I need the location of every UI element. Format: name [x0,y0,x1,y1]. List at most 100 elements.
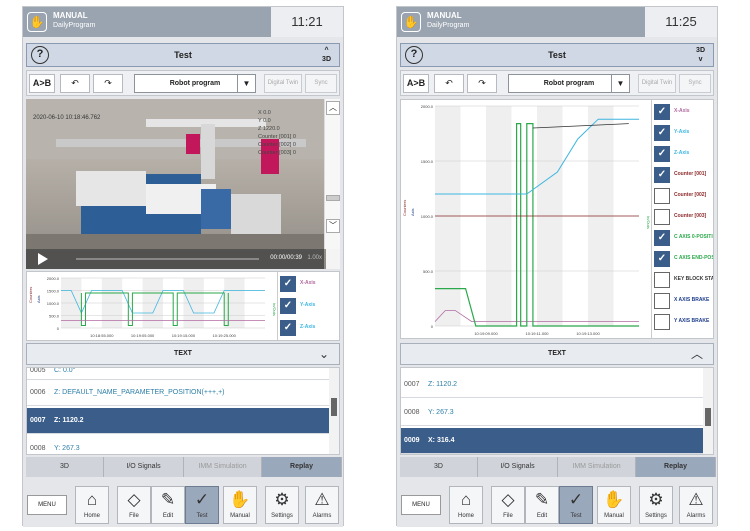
checkbox-checked-icon[interactable]: ✓ [280,320,296,336]
legend-item[interactable]: ✓ Counter [001] [652,165,713,185]
redo-icon[interactable]: ↷ [467,74,497,93]
legend-item[interactable]: ✓ Z-Axis [652,144,713,164]
checkbox-checked-icon[interactable]: ✓ [654,146,670,162]
code-row[interactable]: 0008 Y: 267.3 [27,436,329,454]
text-section-header[interactable]: TEXT ︿ [400,343,714,365]
code-row[interactable]: 0005 C: 0.0° [27,368,329,380]
legend-y-axis[interactable]: ✓ Y-Axis [278,296,339,316]
checkbox-checked-icon[interactable]: ✓ [654,125,670,141]
settings-button[interactable]: ⚙ Settings [639,486,673,524]
file-button[interactable]: ◇ File [491,486,525,524]
view-toggle-button[interactable]: 3D v [696,46,705,64]
manual-button[interactable]: ✋ Manual [597,486,631,524]
legend-item[interactable]: KEY BLOCK STAT [652,270,713,290]
program-select[interactable]: Robot program ▼ [508,74,630,93]
tab-replay[interactable]: Replay [262,457,342,477]
view-scrollbar[interactable]: ︿ ﹀ [324,99,340,249]
edit-button[interactable]: ✎ Edit [151,486,185,524]
legend-item[interactable]: ✓ C AXIS END-POSITION [652,249,713,269]
legend-item[interactable]: ✓ C AXIS 0-POSITION [652,228,713,248]
tab-replay[interactable]: Replay [636,457,716,477]
ab-compare-button[interactable]: A>B [403,74,429,93]
tab-io-signals[interactable]: I/O Signals [478,457,558,477]
legend-item[interactable]: ✓ X-Axis [652,102,713,122]
test-button[interactable]: ✓ Test [185,486,219,524]
code-row[interactable]: 0006 Z: DEFAULT_NAME_PARAMETER_POSITION(+… [27,380,329,406]
code-row-selected[interactable]: 0007 Z: 1120.2 [27,408,329,434]
tab-imm-simulation[interactable]: IMM Simulation [558,457,636,477]
program-select[interactable]: Robot program ▼ [134,74,256,93]
program-code-list[interactable]: 0007 Z: 1120.2 0008 Y: 267.3 0009 X: 316.4 [400,367,714,455]
legend-item[interactable]: Counter [002] [652,186,713,206]
checkbox-unchecked-icon[interactable] [654,293,670,309]
chevron-down-icon[interactable]: ⌄ [319,344,329,364]
scroll-thumb[interactable] [705,408,711,426]
ab-compare-button[interactable]: A>B [29,74,55,93]
digital-twin-button[interactable]: Digital Twin [264,74,302,93]
undo-icon[interactable]: ↶ [434,74,464,93]
y-tick-label: 0 [431,324,434,329]
play-icon[interactable] [38,253,48,265]
checkbox-unchecked-icon[interactable] [654,314,670,330]
chevron-up-icon[interactable]: ︿ [691,344,703,364]
legend-item[interactable]: Counter [003] [652,207,713,227]
legend-item[interactable]: X AXIS BRAKE [652,291,713,311]
bottom-nav: MENU ⌂ Home ◇ File ✎ Edit ✓ Test ✋ Manual ⚙ Se… [397,482,717,527]
code-scrollbar[interactable] [329,368,339,454]
edit-label: Edit [162,513,174,519]
line-number: 0009 [404,437,420,444]
signal-chart[interactable]: 2000.0 1500.0 1000.0 500.0 0 10:19:09.000 10:1… [400,99,714,339]
edit-button[interactable]: ✎ Edit [525,486,559,524]
mode-indicator[interactable]: ✋ MANUAL DailyProgram [397,7,647,37]
view-toggle-button[interactable]: ^ 3D [322,46,331,64]
checkbox-checked-icon[interactable]: ✓ [654,104,670,120]
home-button[interactable]: ⌂ Home [75,486,109,524]
program-code-list[interactable]: 0005 C: 0.0° 0006 Z: DEFAULT_NAME_PARAMETE… [26,367,340,455]
sync-button[interactable]: Sync [305,74,337,93]
scroll-thumb[interactable] [326,195,340,201]
sync-button[interactable]: Sync [679,74,711,93]
file-button[interactable]: ◇ File [117,486,151,524]
legend-z-axis[interactable]: ✓ Z-Axis [278,318,339,338]
scroll-thumb[interactable] [331,398,337,416]
tab-3d[interactable]: 3D [400,457,478,477]
tab-io-signals[interactable]: I/O Signals [104,457,184,477]
video-progress[interactable] [76,258,259,260]
checkbox-checked-icon[interactable]: ✓ [654,230,670,246]
checkbox-unchecked-icon[interactable] [654,272,670,288]
code-row-selected[interactable]: 0009 X: 316.4 [401,428,703,454]
home-button[interactable]: ⌂ Home [449,486,483,524]
redo-icon[interactable]: ↷ [93,74,123,93]
legend-item[interactable]: Y AXIS BRAKE [652,312,713,332]
test-button[interactable]: ✓ Test [559,486,593,524]
code-scrollbar[interactable] [703,368,713,454]
tab-imm-simulation[interactable]: IMM Simulation [184,457,262,477]
legend-item[interactable]: ✓ Y-Axis [652,123,713,143]
chevron-up-icon[interactable]: ︿ [326,101,340,115]
code-row[interactable]: 0008 Y: 267.3 [401,400,703,426]
test-label: Test [196,513,208,519]
mode-indicator[interactable]: ✋ MANUAL DailyProgram [23,7,273,37]
checkbox-checked-icon[interactable]: ✓ [654,251,670,267]
text-section-header[interactable]: TEXT ⌄ [26,343,340,365]
chevron-down-icon[interactable]: ﹀ [326,219,340,233]
undo-icon[interactable]: ↶ [60,74,90,93]
checkbox-checked-icon[interactable]: ✓ [654,167,670,183]
settings-button[interactable]: ⚙ Settings [265,486,299,524]
alarms-button[interactable]: ⚠ Alarms [305,486,339,524]
checkbox-unchecked-icon[interactable] [654,209,670,225]
code-row[interactable]: 0007 Z: 1120.2 [401,372,703,398]
signal-chart[interactable]: 2000.0 1500.0 1000.0 500.0 0 10:18:55.000 10:1… [26,271,340,341]
manual-button[interactable]: ✋ Manual [223,486,257,524]
menu-button[interactable]: MENU [401,495,441,515]
checkbox-checked-icon[interactable]: ✓ [280,298,296,314]
digital-twin-button[interactable]: Digital Twin [638,74,676,93]
alarms-button[interactable]: ⚠ Alarms [679,486,713,524]
3d-view[interactable]: 2020-06-10 10:18:46.762 X 0.0 Y 0.0 Z 12… [26,99,340,269]
checkbox-unchecked-icon[interactable] [654,188,670,204]
playback-speed[interactable]: 1.00x [307,255,322,261]
tab-3d[interactable]: 3D [26,457,104,477]
legend-x-axis[interactable]: ✓ X-Axis [278,274,339,294]
menu-button[interactable]: MENU [27,495,67,515]
checkbox-checked-icon[interactable]: ✓ [280,276,296,292]
